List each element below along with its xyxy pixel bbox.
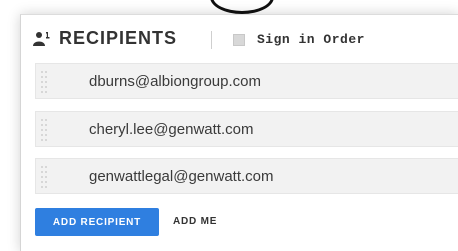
recipient-row[interactable]: cheryl.lee@genwatt.com: [35, 111, 458, 147]
top-edge: [0, 0, 458, 14]
add-recipient-button[interactable]: ADD RECIPIENT: [35, 208, 159, 236]
panel-title: RECIPIENTS: [59, 28, 178, 48]
recipient-row[interactable]: dburns@albiongroup.com: [35, 63, 458, 99]
header-divider: [211, 31, 212, 49]
sign-in-order-label[interactable]: Sign in Order: [257, 32, 365, 47]
drag-handle-icon[interactable]: [40, 69, 48, 93]
drag-handle-icon[interactable]: [40, 117, 48, 141]
people-icon: [33, 32, 50, 46]
drag-handle-icon[interactable]: [40, 164, 48, 188]
recipients-panel: RECIPIENTS Sign in Order dburns@albiongr…: [20, 14, 458, 251]
cropped-heading-glyph: [210, 0, 274, 14]
recipient-email[interactable]: cheryl.lee@genwatt.com: [89, 121, 253, 138]
recipient-email[interactable]: genwattlegal@genwatt.com: [89, 168, 274, 185]
sign-in-order-checkbox[interactable]: [233, 34, 245, 46]
add-me-button[interactable]: ADD ME: [173, 208, 217, 236]
screenshot-frame: RECIPIENTS Sign in Order dburns@albiongr…: [0, 0, 458, 251]
recipient-email[interactable]: dburns@albiongroup.com: [89, 73, 261, 90]
recipient-row[interactable]: genwattlegal@genwatt.com: [35, 158, 458, 194]
recipients-header: RECIPIENTS Sign in Order: [21, 15, 458, 63]
